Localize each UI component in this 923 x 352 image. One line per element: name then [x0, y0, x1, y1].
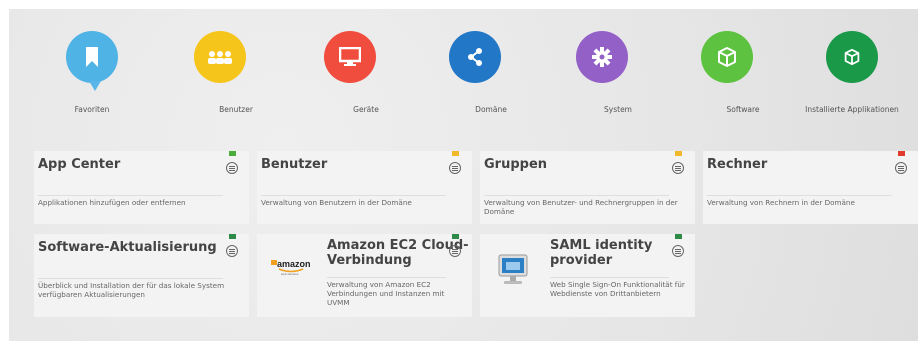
- menu-icon[interactable]: [672, 245, 684, 257]
- tile-saml-identity-provider[interactable]: SAML identity provider Web Single Sign-O…: [480, 234, 695, 317]
- tile-title: Gruppen: [484, 157, 548, 172]
- category-label: Favoriten: [74, 105, 110, 114]
- monitor-icon: [498, 254, 528, 290]
- divider: [38, 278, 223, 279]
- package-icon: [844, 49, 860, 65]
- tile-description: Verwaltung von Rechnern in der Domäne: [707, 198, 855, 207]
- category-software[interactable]: Software: [672, 31, 782, 114]
- amazon-logo-icon: amazon web services: [271, 256, 311, 280]
- category-installierte-applikationen[interactable]: Installierte Applikationen: [797, 31, 907, 114]
- benutzer-circle: [194, 31, 246, 83]
- category-label: Benutzer: [219, 105, 253, 114]
- monitor-icon: [339, 47, 361, 66]
- status-flag: [898, 151, 905, 156]
- divider: [550, 277, 669, 278]
- tile-description: Verwaltung von Benutzern in der Domäne: [261, 198, 412, 207]
- tile-title: Software-Aktualisierung: [38, 240, 217, 255]
- gear-icon: [592, 47, 612, 67]
- tile-title: App Center: [38, 157, 121, 172]
- tile-gruppen[interactable]: Gruppen Verwaltung von Benutzer- und Rec…: [480, 151, 695, 224]
- category-favoriten[interactable]: Favoriten: [37, 31, 147, 114]
- tile-description: Web Single Sign-On Funktionalität für We…: [550, 280, 685, 298]
- tile-description: Verwaltung von Benutzer- und Rechnergrup…: [484, 198, 678, 216]
- installierte-applikationen-circle: [826, 31, 878, 83]
- category-label: Software: [726, 105, 760, 114]
- tile-description: Applikationen hinzufügen oder entfernen: [38, 198, 186, 207]
- software-circle: [701, 31, 753, 83]
- status-flag: [229, 234, 236, 239]
- status-flag: [229, 151, 236, 156]
- divider: [38, 195, 223, 196]
- status-flag: [675, 151, 682, 156]
- bookmark-icon: [86, 47, 98, 67]
- favoriten-circle: [66, 31, 118, 91]
- tile-title: Rechner: [707, 157, 768, 172]
- menu-icon[interactable]: [672, 162, 684, 174]
- menu-icon[interactable]: [226, 162, 238, 174]
- cube-icon: [718, 47, 736, 67]
- svg-text:web services: web services: [281, 272, 299, 276]
- category-label: Installierte Applikationen: [805, 105, 899, 114]
- svg-text:amazon: amazon: [277, 259, 311, 269]
- category-label: System: [604, 105, 632, 114]
- app-stage: Favoriten Benutzer Geräte Domäne System: [9, 9, 918, 341]
- menu-icon[interactable]: [895, 162, 907, 174]
- tile-amazon-ec2[interactable]: amazon web services Amazon EC2 Cloud-Ver…: [257, 234, 472, 317]
- category-system[interactable]: System: [547, 31, 657, 114]
- tile-title: Benutzer: [261, 157, 328, 172]
- geraete-circle: [324, 31, 376, 83]
- divider: [484, 195, 669, 196]
- system-circle: [576, 31, 628, 83]
- tile-description: Verwaltung von Amazon EC2 Verbindungen u…: [327, 280, 445, 307]
- category-benutzer[interactable]: Benutzer: [165, 31, 275, 114]
- divider: [261, 195, 446, 196]
- tile-benutzer[interactable]: Benutzer Verwaltung von Benutzern in der…: [257, 151, 472, 224]
- category-label: Geräte: [353, 105, 379, 114]
- divider: [327, 277, 446, 278]
- users-icon: [208, 51, 232, 64]
- menu-icon[interactable]: [449, 245, 461, 257]
- status-flag: [452, 151, 459, 156]
- domaene-circle: [449, 31, 501, 83]
- divider: [707, 195, 892, 196]
- menu-icon[interactable]: [449, 162, 461, 174]
- network-icon: [468, 48, 482, 66]
- category-domaene[interactable]: Domäne: [420, 31, 530, 114]
- tile-description: Überblick und Installation der für das l…: [38, 281, 225, 299]
- menu-icon[interactable]: [226, 245, 238, 257]
- tile-app-center[interactable]: App Center Applikationen hinzufügen oder…: [34, 151, 249, 224]
- category-label: Domäne: [475, 105, 507, 114]
- tile-rechner[interactable]: Rechner Verwaltung von Rechnern in der D…: [703, 151, 918, 224]
- category-geraete[interactable]: Geräte: [295, 31, 405, 114]
- tile-software-aktualisierung[interactable]: Software-Aktualisierung Überblick und In…: [34, 234, 249, 317]
